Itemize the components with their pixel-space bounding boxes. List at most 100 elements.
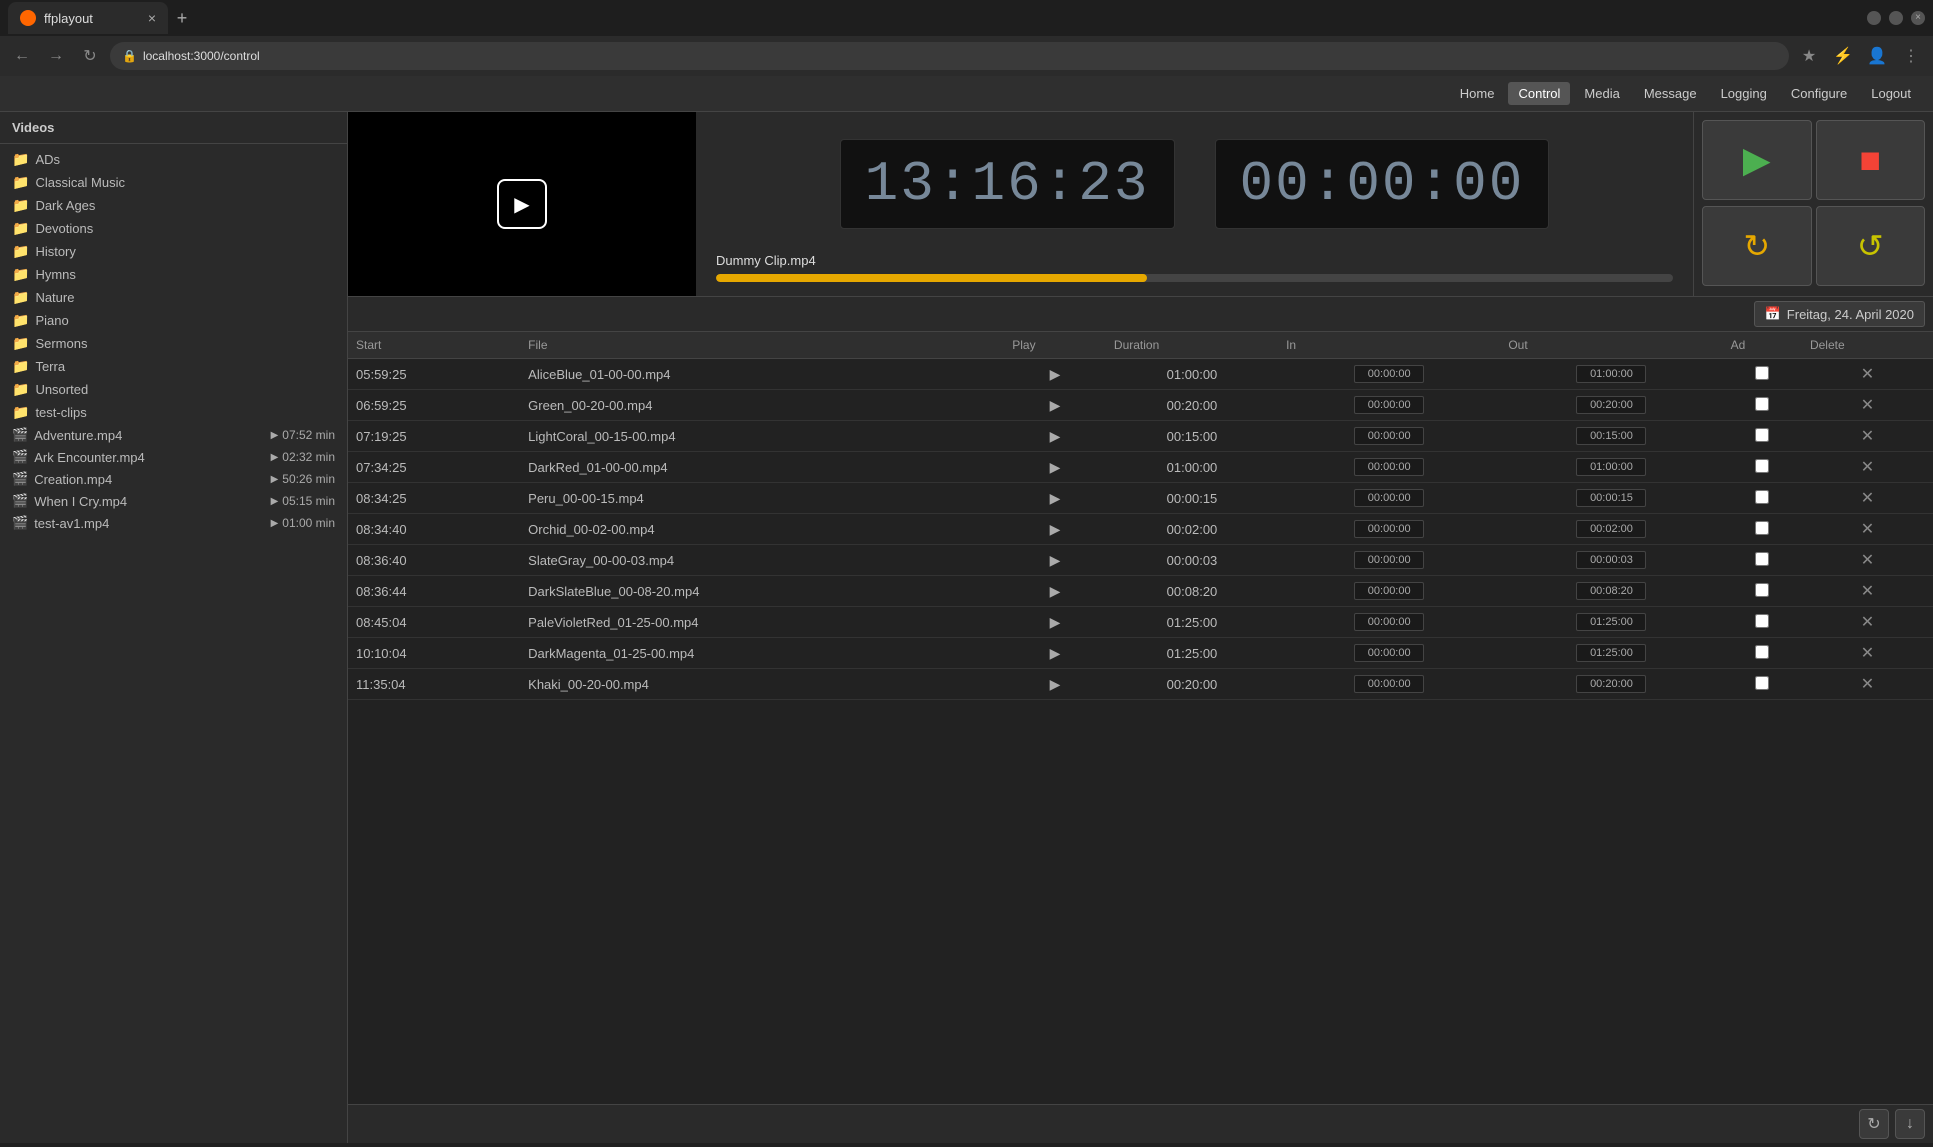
nav-control[interactable]: Control <box>1508 82 1570 105</box>
row-play-btn[interactable]: ▶ <box>1045 643 1065 663</box>
ad-checkbox[interactable] <box>1755 366 1769 380</box>
delete-row-btn[interactable]: ✕ <box>1857 395 1877 415</box>
delete-row-btn[interactable]: ✕ <box>1857 612 1877 632</box>
row-play-btn[interactable]: ▶ <box>1045 612 1065 632</box>
out-time-input[interactable] <box>1576 644 1646 662</box>
row-play-btn[interactable]: ▶ <box>1045 581 1065 601</box>
row-play-btn[interactable]: ▶ <box>1045 488 1065 508</box>
delete-row-btn[interactable]: ✕ <box>1857 674 1877 694</box>
folder-terra[interactable]: Terra <box>0 355 347 378</box>
close-btn[interactable]: × <box>1911 11 1925 25</box>
in-time-input[interactable] <box>1354 458 1424 476</box>
out-time-input[interactable] <box>1576 427 1646 445</box>
download-playlist-btn[interactable]: ↓ <box>1895 1109 1925 1139</box>
delete-row-btn[interactable]: ✕ <box>1857 457 1877 477</box>
profile-icon[interactable]: 👤 <box>1863 42 1891 70</box>
folder-ads[interactable]: ADs <box>0 148 347 171</box>
row-play-btn[interactable]: ▶ <box>1045 550 1065 570</box>
back-btn[interactable]: ← <box>8 42 36 70</box>
ad-checkbox[interactable] <box>1755 397 1769 411</box>
loop-all-button[interactable]: ↻ <box>1702 206 1812 286</box>
new-tab-btn[interactable]: + <box>168 4 196 32</box>
delete-row-btn[interactable]: ✕ <box>1857 426 1877 446</box>
nav-message[interactable]: Message <box>1634 82 1707 105</box>
in-time-input[interactable] <box>1354 582 1424 600</box>
out-time-input[interactable] <box>1576 458 1646 476</box>
in-time-input[interactable] <box>1354 551 1424 569</box>
folder-dark-ages[interactable]: Dark Ages <box>0 194 347 217</box>
out-time-input[interactable] <box>1576 489 1646 507</box>
nav-home[interactable]: Home <box>1450 82 1505 105</box>
folder-devotions[interactable]: Devotions <box>0 217 347 240</box>
row-play-btn[interactable]: ▶ <box>1045 364 1065 384</box>
ad-checkbox[interactable] <box>1755 645 1769 659</box>
in-time-input[interactable] <box>1354 520 1424 538</box>
ad-checkbox[interactable] <box>1755 552 1769 566</box>
row-play-btn[interactable]: ▶ <box>1045 426 1065 446</box>
file-test-av1[interactable]: test-av1.mp4 ▶ 01:00 min <box>0 512 347 534</box>
tab-close-btn[interactable]: × <box>148 10 156 26</box>
folder-piano[interactable]: Piano <box>0 309 347 332</box>
folder-test-clips[interactable]: test-clips <box>0 401 347 424</box>
row-play-btn[interactable]: ▶ <box>1045 457 1065 477</box>
loop-one-button[interactable]: ↺ <box>1816 206 1926 286</box>
bookmark-icon[interactable]: ★ <box>1795 42 1823 70</box>
file-when-i-cry[interactable]: When I Cry.mp4 ▶ 05:15 min <box>0 490 347 512</box>
nav-configure[interactable]: Configure <box>1781 82 1857 105</box>
delete-row-btn[interactable]: ✕ <box>1857 488 1877 508</box>
nav-logout[interactable]: Logout <box>1861 82 1921 105</box>
in-time-input[interactable] <box>1354 489 1424 507</box>
out-time-input[interactable] <box>1576 613 1646 631</box>
delete-row-btn[interactable]: ✕ <box>1857 550 1877 570</box>
folder-sermons[interactable]: Sermons <box>0 332 347 355</box>
delete-row-btn[interactable]: ✕ <box>1857 581 1877 601</box>
folder-nature[interactable]: Nature <box>0 286 347 309</box>
minimize-btn[interactable] <box>1867 11 1881 25</box>
file-adventure[interactable]: Adventure.mp4 ▶ 07:52 min <box>0 424 347 446</box>
row-play-btn[interactable]: ▶ <box>1045 519 1065 539</box>
file-ark-encounter[interactable]: Ark Encounter.mp4 ▶ 02:32 min <box>0 446 347 468</box>
reload-btn[interactable]: ↻ <box>76 42 104 70</box>
ad-checkbox[interactable] <box>1755 521 1769 535</box>
ad-checkbox[interactable] <box>1755 614 1769 628</box>
delete-row-btn[interactable]: ✕ <box>1857 643 1877 663</box>
folder-hymns[interactable]: Hymns <box>0 263 347 286</box>
out-time-input[interactable] <box>1576 675 1646 693</box>
maximize-btn[interactable] <box>1889 11 1903 25</box>
out-time-input[interactable] <box>1576 551 1646 569</box>
out-time-input[interactable] <box>1576 582 1646 600</box>
ad-checkbox[interactable] <box>1755 676 1769 690</box>
ad-checkbox[interactable] <box>1755 490 1769 504</box>
file-creation[interactable]: Creation.mp4 ▶ 50:26 min <box>0 468 347 490</box>
ad-checkbox[interactable] <box>1755 428 1769 442</box>
ad-checkbox[interactable] <box>1755 459 1769 473</box>
out-time-input[interactable] <box>1576 396 1646 414</box>
in-time-input[interactable] <box>1354 613 1424 631</box>
out-time-input[interactable] <box>1576 365 1646 383</box>
in-time-input[interactable] <box>1354 396 1424 414</box>
folder-unsorted[interactable]: Unsorted <box>0 378 347 401</box>
folder-classical-music[interactable]: Classical Music <box>0 171 347 194</box>
in-time-input[interactable] <box>1354 675 1424 693</box>
refresh-playlist-btn[interactable]: ↻ <box>1859 1109 1889 1139</box>
play-button[interactable]: ▶ <box>1702 120 1812 200</box>
in-time-input[interactable] <box>1354 427 1424 445</box>
row-play-btn[interactable]: ▶ <box>1045 674 1065 694</box>
in-time-input[interactable] <box>1354 644 1424 662</box>
folder-history[interactable]: History <box>0 240 347 263</box>
row-play-btn[interactable]: ▶ <box>1045 395 1065 415</box>
in-time-input[interactable] <box>1354 365 1424 383</box>
delete-row-btn[interactable]: ✕ <box>1857 364 1877 384</box>
stop-button[interactable]: ■ <box>1816 120 1926 200</box>
ad-checkbox[interactable] <box>1755 583 1769 597</box>
menu-icon[interactable]: ⋮ <box>1897 42 1925 70</box>
extensions-icon[interactable]: ⚡ <box>1829 42 1857 70</box>
browser-tab[interactable]: ffplayout × <box>8 2 168 34</box>
out-time-input[interactable] <box>1576 520 1646 538</box>
delete-row-btn[interactable]: ✕ <box>1857 519 1877 539</box>
forward-btn[interactable]: → <box>42 42 70 70</box>
nav-media[interactable]: Media <box>1574 82 1629 105</box>
nav-logging[interactable]: Logging <box>1711 82 1777 105</box>
address-bar[interactable]: 🔒 localhost:3000/control <box>110 42 1789 70</box>
video-play-button[interactable]: ▶ <box>497 179 547 229</box>
